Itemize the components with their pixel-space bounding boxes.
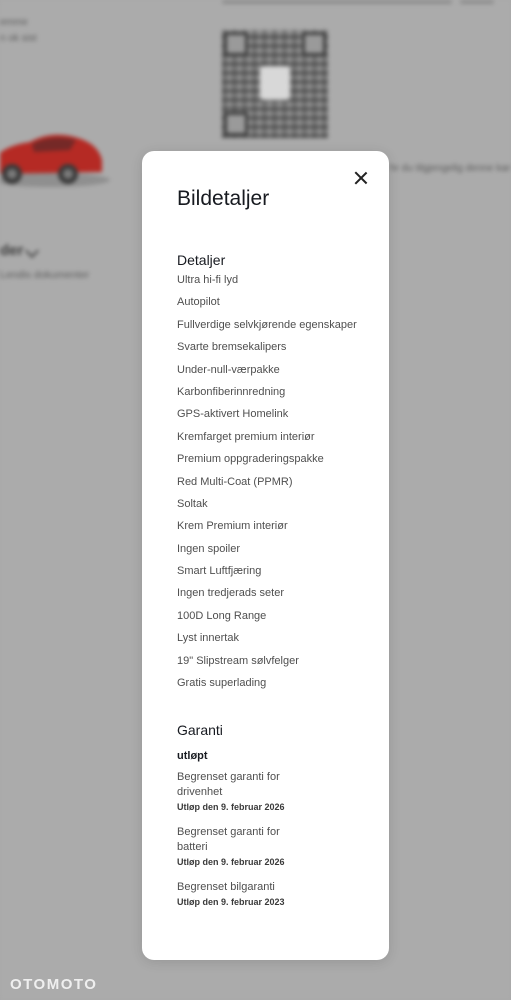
brand-watermark: OTOMOTO (10, 976, 98, 993)
warranty-item: Begrenset garanti for batteri Utløp den … (177, 825, 297, 869)
modal-title: Bildetaljer (177, 187, 270, 210)
warranty-name: Begrenset bilgaranti (177, 881, 275, 893)
list-item: Premium oppgraderingspakke (177, 453, 324, 466)
list-item: Under-null-værpakke (177, 363, 280, 376)
background-text: emme (0, 17, 28, 28)
list-item: Fullverdige selvkjørende egenskaper (177, 318, 357, 331)
list-item: Gratis superlading (177, 677, 267, 690)
list-item: Ingen spoiler (177, 542, 240, 555)
list-item: 100D Long Range (177, 609, 267, 622)
list-item: Red Multi-Coat (PPMR) (177, 475, 293, 488)
list-item: Autopilot (177, 296, 220, 309)
qr-code (222, 30, 328, 138)
background-subtext: Lendis dokumenter (0, 269, 90, 281)
list-item: Ultra hi-fi lyd (177, 274, 239, 286)
list-item: Ingen tredjerads seter (177, 587, 285, 600)
warranty-name: Begrenset garanti for batteri (177, 826, 280, 853)
details-list: Ultra hi-fi lyd Autopilot Fullverdige se… (177, 272, 357, 697)
background-note: hr du tilgjengelig denne kan (390, 163, 511, 174)
tesla-logo-icon (260, 66, 290, 100)
details-section-title: Detaljer (177, 252, 226, 268)
image-details-modal: Bildetaljer Detaljer Ultra hi-fi lyd Aut… (142, 151, 389, 960)
list-item: Karbonfiberinnredning (177, 385, 286, 398)
list-item: Smart Luftfjæring (177, 565, 262, 578)
list-item: 19" Slipstream sølvfelger (177, 654, 299, 667)
list-item: Lyst innertak (177, 632, 239, 645)
list-item: Krem Premium interiør (177, 520, 288, 533)
background-heading: der (0, 242, 24, 259)
warranty-item: Begrenset bilgaranti Utløp den 9. februa… (177, 880, 297, 909)
list-item: GPS-aktivert Homelink (177, 408, 289, 421)
list-item: Svarte bremsekalipers (177, 341, 287, 354)
warranty-section-title: Garanti (177, 722, 223, 738)
warranty-item: Begrenset garanti for drivenhet Utløp de… (177, 770, 297, 814)
warranty-name: Begrenset garanti for drivenhet (177, 771, 280, 798)
warranty-expiry: Utløp den 9. februar 2026 (177, 802, 285, 812)
warranty-expiry: Utløp den 9. februar 2023 (177, 897, 285, 907)
warranty-status: utløpt (177, 750, 208, 762)
warranty-expiry: Utløp den 9. februar 2026 (177, 857, 285, 867)
car-image (0, 134, 110, 187)
list-item: Kremfarget premium interiør (177, 430, 315, 443)
close-icon[interactable] (352, 169, 370, 187)
list-item: Soltak (177, 497, 208, 510)
background-top-link-line (222, 0, 511, 6)
chevron-down-icon (24, 243, 40, 259)
background-text: n ok sist (0, 33, 37, 44)
